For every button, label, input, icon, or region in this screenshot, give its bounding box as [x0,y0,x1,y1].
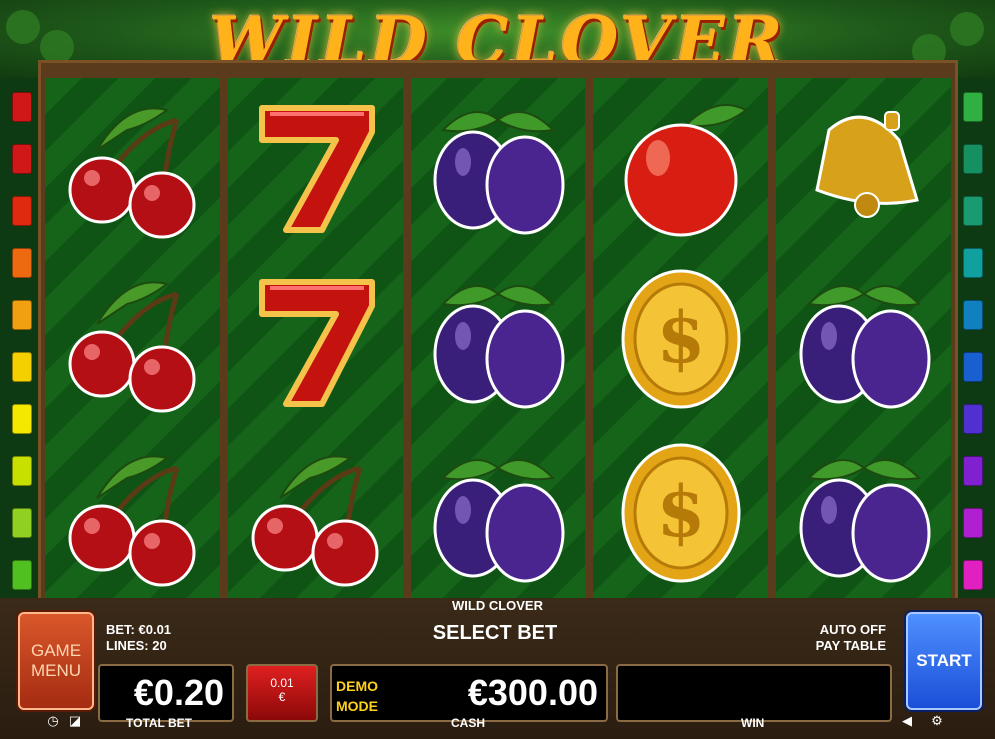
start-button[interactable]: START [906,612,982,710]
cash-label: CASH [451,716,486,730]
reel-5 [776,78,951,600]
payline-indicator [12,92,32,122]
mode-label: MODE [336,698,378,714]
reel-3 [410,78,586,600]
payline-indicator [963,456,983,486]
chip-currency: € [278,690,286,704]
game-menu-label: GAME [30,641,82,660]
game-menu-button[interactable]: GAME MENU [18,612,94,710]
clock-icon[interactable]: ◷ [44,713,62,729]
plum-symbol [418,259,578,419]
auto-play-toggle[interactable]: AUTO OFF [800,622,886,638]
reel-1 [45,78,220,600]
bet-chip-button[interactable]: 0.01 € [246,664,318,722]
cash-value: €300.00 [467,672,598,713]
total-bet-label: TOTAL BET [126,716,192,730]
chip-value: 0.01 [270,676,294,690]
cherry-symbol [52,433,212,593]
demo-label: DEMO [336,678,378,694]
select-bet-button[interactable]: SELECT BET [400,622,590,645]
payline-indicator [12,404,32,434]
payline-indicator [12,456,32,486]
seven-symbol [235,259,395,419]
bet-per-line: BET: €0.01 [106,622,172,637]
payline-indicator [12,352,32,382]
right-payline-indicators [963,92,983,590]
payline-indicator [963,92,983,122]
total-bet-value: €0.20 [133,672,224,713]
dollar-coin-symbol: $ [601,259,761,419]
win-label: WIN [741,716,765,730]
payline-indicator [12,248,32,278]
payline-indicator [12,144,32,174]
payline-indicator [963,300,983,330]
reel-area: $ $ [45,78,951,600]
reel-4: $ $ [593,78,769,600]
payline-indicator [963,508,983,538]
payline-indicator [12,560,32,590]
payline-indicator [963,404,983,434]
reel-2 [227,78,403,600]
dollar-coin-symbol: $ [601,433,761,593]
payline-indicator [963,144,983,174]
apple-symbol [601,85,761,245]
cherry-symbol [52,259,212,419]
payline-indicator [12,300,32,330]
seven-symbol [235,85,395,245]
payline-indicator [963,248,983,278]
payline-indicator [12,196,32,226]
bar-title: WILD CLOVER [452,598,543,613]
left-payline-indicators [12,92,32,590]
plum-symbol [418,85,578,245]
payline-indicator [963,560,983,590]
demo-mode-label: DEMO MODE [336,676,378,716]
payline-indicator [963,196,983,226]
payline-indicator [12,508,32,538]
fullscreen-icon[interactable]: ◪ [66,713,84,729]
bell-symbol [784,85,944,245]
cherry-symbol [52,85,212,245]
bet-info: BET: €0.01 LINES: 20 [106,622,171,654]
sound-icon[interactable]: ◀ [898,713,916,729]
plum-symbol [784,259,944,419]
pay-table-button[interactable]: PAY TABLE [800,638,886,654]
lines-count: LINES: 20 [106,638,167,653]
total-bet-panel: €0.20 [98,664,234,722]
cherry-symbol [235,433,395,593]
win-panel [616,664,892,722]
settings-icon[interactable]: ⚙ [924,713,950,729]
plum-symbol [784,433,944,593]
svg-text:$: $ [656,296,705,379]
game-menu-label: MENU [30,661,82,680]
payline-indicator [963,352,983,382]
plum-symbol [418,433,578,593]
svg-text:$: $ [656,470,705,553]
